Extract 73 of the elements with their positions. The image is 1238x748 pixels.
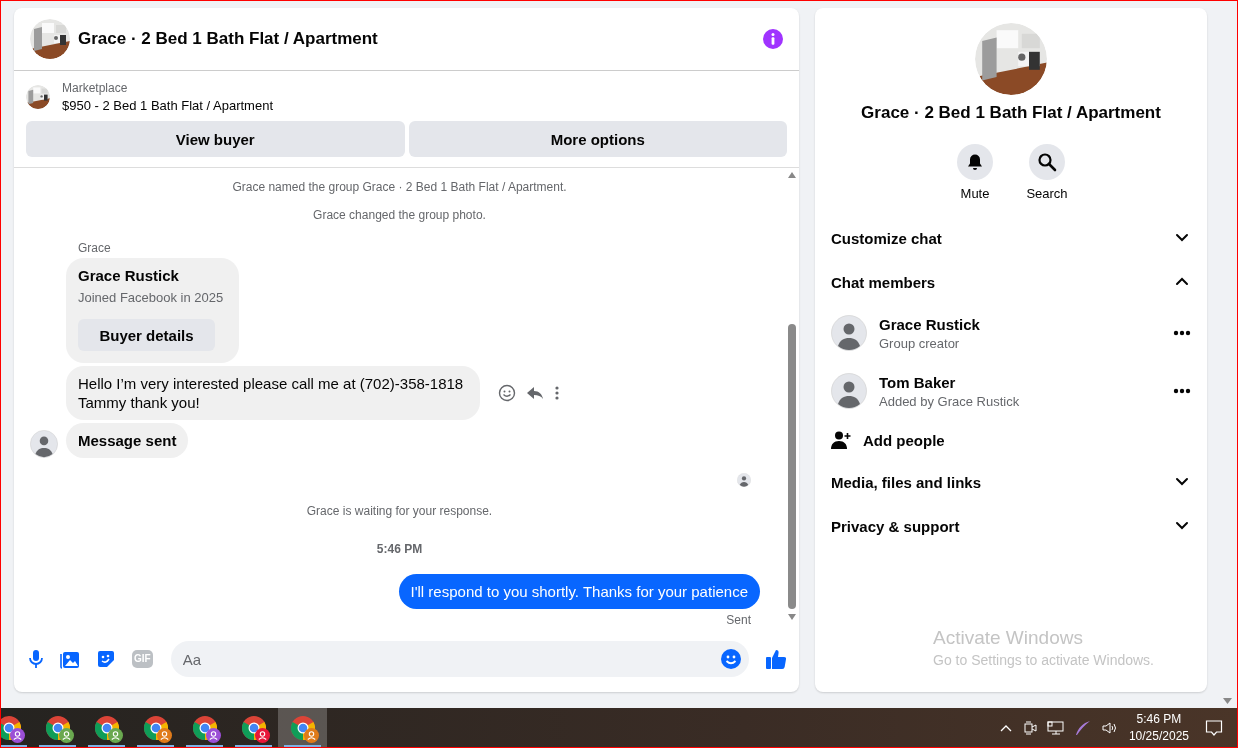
member-name: Grace Rustick xyxy=(879,315,981,333)
action-label: Search xyxy=(1026,186,1068,201)
profile-badge-icon xyxy=(304,728,319,743)
avatar-icon xyxy=(831,315,867,351)
reply-icon[interactable] xyxy=(526,384,544,402)
profile-badge-icon xyxy=(59,728,74,743)
action-button[interactable]: View buyer xyxy=(26,121,405,157)
profile-badge-icon xyxy=(255,728,270,743)
notification-icon[interactable] xyxy=(1205,718,1223,737)
microphone-icon[interactable] xyxy=(28,649,44,669)
speaker-icon[interactable] xyxy=(1100,719,1119,736)
profile-badge-icon xyxy=(206,728,221,743)
add-person-icon[interactable] xyxy=(831,430,851,450)
sender-name: Grace xyxy=(78,241,112,255)
smiley-icon[interactable] xyxy=(498,384,516,402)
member-role: Added by Grace Rustick xyxy=(879,393,1021,409)
message-bubble: I'll respond to you shortly. Thanks for your patience xyxy=(398,574,760,609)
listing-label: Marketplace xyxy=(62,81,129,95)
section-title: Chat members xyxy=(831,273,936,291)
group-title: Grace · 2 Bed 1 Bath Flat / Apartment xyxy=(861,103,1161,123)
search-button[interactable] xyxy=(1029,144,1065,180)
profile-badge-icon xyxy=(108,728,123,743)
section-header[interactable]: Privacy & support xyxy=(815,504,1207,548)
section-header[interactable]: Customize chat xyxy=(815,216,1207,260)
section-title: Customize chat xyxy=(831,229,942,247)
read-receipt-icon xyxy=(737,473,751,487)
more-icon[interactable] xyxy=(1173,388,1191,394)
message-field[interactable]: Aa xyxy=(170,641,749,677)
profile-badge-icon xyxy=(157,728,172,743)
bell-icon xyxy=(966,153,984,171)
scroll-down-icon[interactable] xyxy=(788,614,796,620)
system-notice: Grace named the group Grace · 2 Bed 1 Bath Flat / Apartment. xyxy=(232,179,567,195)
photo-icon[interactable] xyxy=(60,649,80,669)
feather-icon[interactable] xyxy=(1074,719,1091,736)
message-bubble: Hello I’m very interested please call me at (702)-358-1818 Tammy thank you! xyxy=(66,366,480,420)
system-notice: Grace is waiting for your response. xyxy=(306,503,493,519)
message-bubble: Message sent xyxy=(66,423,189,458)
like-icon[interactable] xyxy=(765,648,787,670)
profile-badge-icon xyxy=(10,728,25,743)
message-status: Sent xyxy=(726,613,751,627)
section-title: Media, files and links xyxy=(831,473,982,491)
conversation-title: Grace · 2 Bed 1 Bath Flat / Apartment xyxy=(78,29,379,49)
mute-button[interactable] xyxy=(957,144,993,180)
more-icon[interactable] xyxy=(1173,330,1191,336)
profile-name: Grace Rustick xyxy=(78,266,180,285)
timestamp: 5:46 PM xyxy=(376,542,423,556)
member-role: Group creator xyxy=(879,335,961,351)
buyer-details-button[interactable]: Buyer details xyxy=(78,319,215,351)
member-name: Tom Baker xyxy=(879,373,957,391)
taskbar-app[interactable] xyxy=(278,708,327,747)
camera-icon[interactable] xyxy=(1022,719,1037,736)
listing-text: $950 - 2 Bed 1 Bath Flat / Apartment xyxy=(62,98,273,113)
sticker-icon[interactable] xyxy=(96,649,116,669)
section-header[interactable]: Chat members xyxy=(815,260,1207,304)
search-icon xyxy=(1037,152,1057,172)
scrollbar-thumb[interactable] xyxy=(788,324,796,609)
profile-subtitle: Joined Facebook in 2025 xyxy=(78,289,224,307)
activation-text: Go to Settings to activate Windows. xyxy=(933,652,1155,668)
avatar-icon xyxy=(831,373,867,409)
action-button[interactable]: More options xyxy=(408,121,787,157)
add-people-link[interactable]: Add people xyxy=(863,431,945,449)
emoji-icon[interactable] xyxy=(720,648,742,670)
section-header[interactable]: Media, files and links xyxy=(815,460,1207,504)
section-title: Privacy & support xyxy=(831,517,960,535)
info-icon[interactable] xyxy=(763,29,783,49)
clock-date[interactable]: 10/25/2025 xyxy=(1128,727,1189,745)
activation-title: Activate Windows xyxy=(933,627,1084,649)
network-icon[interactable] xyxy=(1046,719,1065,736)
scroll-down-icon[interactable] xyxy=(1223,698,1232,704)
action-label: Mute xyxy=(960,186,990,201)
system-notice: Grace changed the group photo. xyxy=(313,207,486,223)
scroll-up-icon[interactable] xyxy=(788,172,796,178)
clock-time[interactable]: 5:46 PM xyxy=(1136,710,1182,728)
